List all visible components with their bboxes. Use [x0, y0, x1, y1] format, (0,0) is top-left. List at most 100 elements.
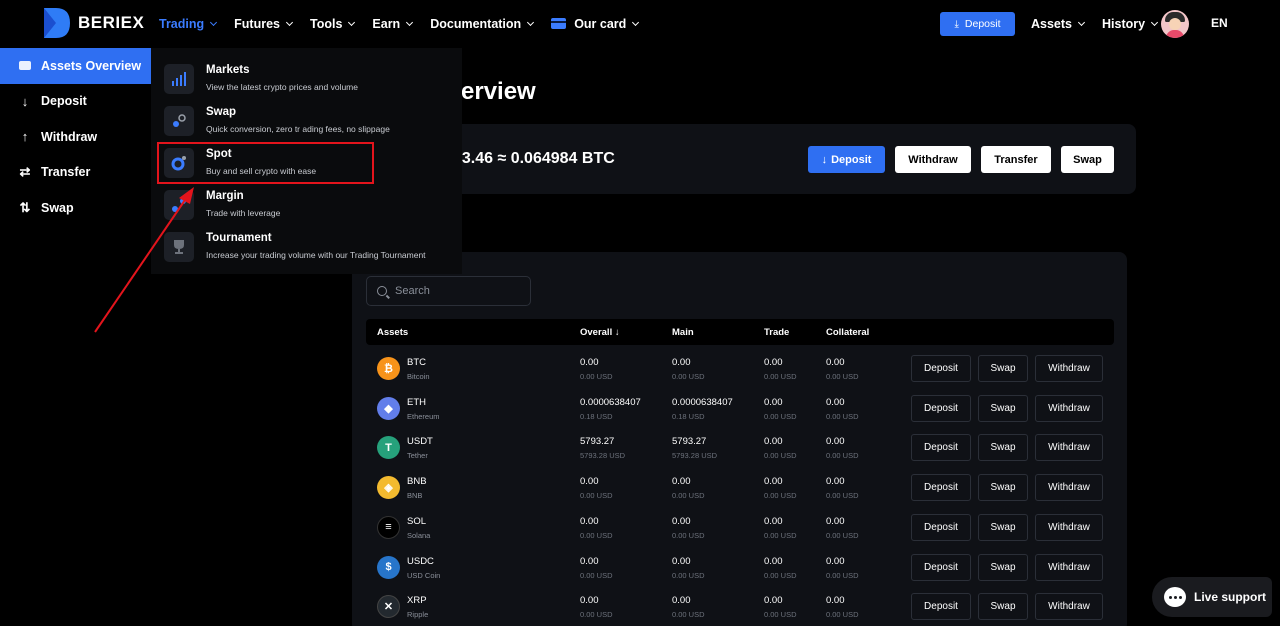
sidebar-item-assets-overview[interactable]: Assets Overview — [0, 48, 151, 84]
chevron-down-icon — [406, 18, 414, 26]
sidebar-item-swap[interactable]: ⇅ Swap — [0, 190, 151, 226]
nav-documentation[interactable]: Documentation — [430, 17, 535, 31]
row-deposit-button[interactable]: Deposit — [911, 355, 971, 382]
row-swap-button[interactable]: Swap — [978, 513, 1028, 541]
chevron-down-icon — [632, 18, 640, 26]
arrow-down-icon: ↓ — [821, 153, 828, 166]
nav-assets[interactable]: Assets — [1031, 17, 1086, 31]
row-deposit-button[interactable]: Deposit — [911, 394, 971, 422]
row-withdraw-button[interactable]: Withdraw — [1035, 355, 1103, 382]
menu-item-markets[interactable]: Markets View the latest crypto prices an… — [164, 58, 454, 98]
sidebar-item-transfer[interactable]: ⇄ Transfer — [0, 155, 151, 191]
coin-icon: $ — [377, 555, 400, 579]
collateral-value: 0.00 — [826, 436, 845, 448]
trade-usd: 0.00 USD — [764, 530, 797, 540]
withdraw-button[interactable]: Withdraw — [895, 146, 971, 173]
menu-item-tournament[interactable]: Tournament Increase your trading volume … — [164, 226, 454, 266]
asset-symbol: BTC — [407, 357, 426, 368]
live-support-button[interactable]: Live support — [1152, 577, 1272, 617]
overall-usd: 5793.28 USD — [580, 451, 626, 461]
chevron-down-icon — [348, 18, 356, 26]
main-usd: 0.18 USD — [672, 411, 705, 421]
collateral-value: 0.00 — [826, 555, 845, 567]
nav-tools[interactable]: Tools — [310, 17, 356, 31]
transfer-button[interactable]: Transfer — [981, 146, 1051, 173]
collateral-value: 0.00 — [826, 515, 845, 527]
coin-icon: ≡ — [377, 515, 400, 539]
collateral-usd: 0.00 USD — [826, 491, 859, 501]
language-selector[interactable]: EN — [1211, 16, 1228, 30]
sidebar-item-deposit[interactable]: ↓ Deposit — [0, 84, 151, 120]
trade-usd: 0.00 USD — [764, 610, 797, 620]
logo[interactable]: BERIEX — [44, 8, 144, 38]
row-deposit-button[interactable]: Deposit — [911, 434, 971, 462]
total-balance: 93.46 ≈ 0.064984 BTC — [453, 150, 615, 167]
main-usd: 0.00 USD — [672, 570, 705, 580]
search-box[interactable] — [366, 276, 531, 306]
asset-name: USD Coin — [407, 570, 441, 580]
trade-value: 0.00 — [764, 555, 783, 567]
swap-button[interactable]: Swap — [1061, 146, 1114, 173]
column-header-collateral: Collateral — [826, 327, 870, 338]
nav-history[interactable]: History — [1102, 17, 1159, 31]
row-withdraw-button[interactable]: Withdraw — [1035, 593, 1103, 621]
nav-earn[interactable]: Earn — [372, 17, 414, 31]
avatar[interactable] — [1161, 10, 1189, 38]
row-withdraw-button[interactable]: Withdraw — [1035, 553, 1103, 581]
nav-trading[interactable]: Trading — [159, 17, 218, 31]
search-input[interactable] — [395, 285, 525, 297]
nav-futures[interactable]: Futures — [234, 17, 294, 31]
asset-name: BNB — [407, 491, 423, 501]
trade-value: 0.00 — [764, 436, 783, 448]
menu-item-margin[interactable]: Margin Trade with leverage — [164, 184, 454, 224]
page-title: erview — [461, 78, 536, 105]
row-swap-button[interactable]: Swap — [978, 553, 1028, 581]
row-deposit-button[interactable]: Deposit — [911, 593, 971, 621]
asset-name: Bitcoin — [407, 372, 430, 381]
main-value: 0.00 — [672, 595, 691, 607]
row-withdraw-button[interactable]: Withdraw — [1035, 474, 1103, 502]
row-deposit-button[interactable]: Deposit — [911, 513, 971, 541]
row-swap-button[interactable]: Swap — [978, 355, 1028, 382]
row-deposit-button[interactable]: Deposit — [911, 474, 971, 502]
row-deposit-button[interactable]: Deposit — [911, 553, 971, 581]
row-swap-button[interactable]: Swap — [978, 394, 1028, 422]
overall-usd: 0.00 USD — [580, 530, 613, 540]
table-row: ≡ SOL Solana 0.00 0.00 USD 0.00 0.00 USD… — [366, 507, 1114, 547]
swap-icon: ⇅ — [19, 199, 31, 215]
main-usd: 5793.28 USD — [672, 451, 718, 461]
nav-our-card[interactable]: Our card — [551, 17, 640, 31]
column-header-trade: Trade — [764, 327, 790, 338]
coin-icon: ◈ — [377, 476, 400, 500]
collateral-usd: 0.00 USD — [826, 570, 859, 580]
collateral-usd: 0.00 USD — [826, 451, 859, 461]
row-swap-button[interactable]: Swap — [978, 593, 1028, 621]
trade-usd: 0.00 USD — [764, 451, 797, 461]
column-header-overall[interactable]: Overall ↓ — [580, 327, 620, 338]
margin-icon — [164, 190, 194, 220]
asset-symbol: SOL — [407, 515, 427, 527]
row-swap-button[interactable]: Swap — [978, 474, 1028, 502]
chevron-down-icon — [527, 18, 535, 26]
deposit-button[interactable]: ↓ Deposit — [808, 146, 885, 173]
top-navbar: BERIEX Trading Futures Tools Earn Docume… — [0, 0, 1280, 47]
coin-icon: T — [377, 436, 400, 460]
swap-icon — [164, 106, 194, 136]
overall-value: 0.00 — [580, 515, 599, 527]
chat-icon — [1164, 587, 1186, 607]
row-withdraw-button[interactable]: Withdraw — [1035, 434, 1103, 462]
download-icon: ⤓ — [954, 18, 959, 30]
top-deposit-button[interactable]: ⤓ Deposit — [940, 12, 1015, 36]
table-row: $ USDC USD Coin 0.00 0.00 USD 0.00 0.00 … — [366, 547, 1114, 587]
row-withdraw-button[interactable]: Withdraw — [1035, 513, 1103, 541]
main-value: 0.0000638407 — [672, 396, 733, 408]
trade-value: 0.00 — [764, 476, 783, 488]
row-swap-button[interactable]: Swap — [978, 434, 1028, 462]
menu-item-swap[interactable]: Swap Quick conversion, zero tr ading fee… — [164, 100, 454, 140]
sidebar-item-withdraw[interactable]: ↑ Withdraw — [0, 119, 151, 155]
logo-icon — [44, 8, 70, 38]
trade-usd: 0.00 USD — [764, 570, 797, 580]
row-withdraw-button[interactable]: Withdraw — [1035, 394, 1103, 422]
asset-name: Solana — [407, 530, 431, 540]
chevron-down-icon — [1077, 18, 1086, 26]
